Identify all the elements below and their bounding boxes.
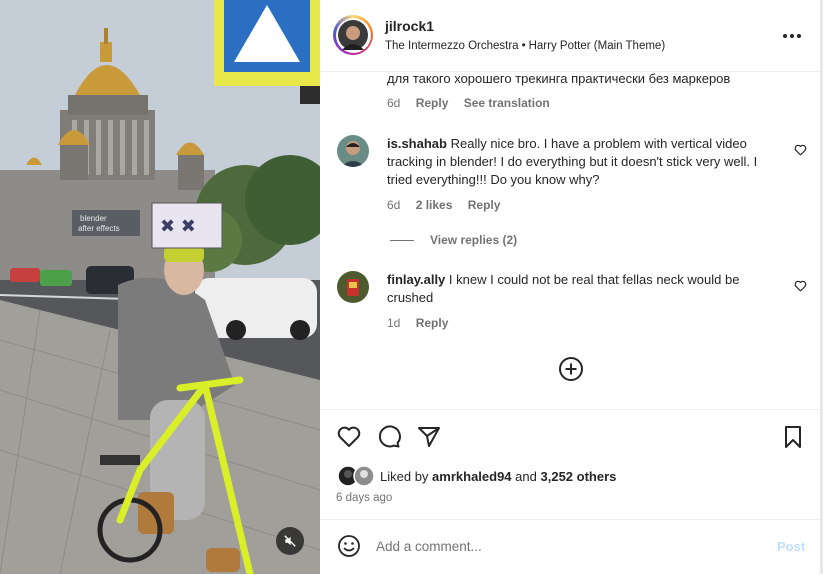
see-translation-button[interactable]: See translation [464,96,550,110]
bookmark-icon[interactable] [780,424,806,450]
reply-button[interactable]: Reply [416,96,449,110]
audio-info[interactable]: The Intermezzo Orchestra • Harry Potter (M… [385,40,665,52]
post-timestamp[interactable]: 6 days ago [336,492,392,504]
liked-by-prefix: Liked by [380,469,429,484]
audio-artist[interactable]: The Intermezzo Orchestra [385,40,519,52]
comment-username[interactable]: finlay.ally [387,272,445,287]
plus-circle-icon[interactable] [558,356,584,382]
audio-title[interactable]: Harry Potter (Main Theme) [529,40,666,52]
post-actions: Liked by amrkhaled94 and 3,252 others 6 … [320,409,820,520]
comment-heart-icon[interactable] [794,280,807,292]
user-avatar-icon [337,135,369,167]
comment-input[interactable] [376,534,756,558]
reply-button[interactable]: Reply [468,198,501,212]
story-ring-avatar[interactable] [333,15,373,55]
likes-count[interactable]: 3,252 others [541,469,617,484]
replies-divider [390,239,414,241]
post-comment-button[interactable]: Post [777,539,805,554]
comment-avatar[interactable] [337,135,369,167]
mute-button[interactable] [276,527,304,555]
liked-by-avatars[interactable] [337,465,377,487]
more-horizontal-icon[interactable] [782,30,802,42]
comment-username[interactable]: is.shahab [387,136,447,151]
comment-time[interactable]: 1d [387,316,400,330]
post-header: jilrock1 The Intermezzo Orchestra • Harry … [320,0,820,72]
comment-meta: 1d Reply [387,316,460,330]
user-avatar-icon [337,271,369,303]
smiley-icon[interactable] [337,534,361,558]
liked-by-user[interactable]: amrkhaled94 [432,469,512,484]
comment-time[interactable]: 6d [387,198,400,212]
liked-by-joiner: and [515,469,537,484]
comment-body: finlay.ally I knew I could not be real t… [387,271,782,307]
liked-by-summary: Liked by amrkhaled94 and 3,252 others [380,469,616,484]
heart-icon[interactable] [336,424,362,450]
avatar [338,20,368,50]
post-author-username[interactable]: jilrock1 [385,18,434,34]
audio-separator: • [521,40,526,52]
post-side-panel: jilrock1 The Intermezzo Orchestra • Harry … [320,0,820,574]
post-video[interactable]: blender after effects ✖ ✖ [0,0,320,574]
comment-bubble-icon[interactable] [376,424,402,450]
comments-list[interactable]: для такого хорошего трекинга практически… [320,72,820,409]
comment-text: для такого хорошего трекинга практически… [387,72,731,86]
comment-avatar[interactable] [337,271,369,303]
comment-time[interactable]: 6d [387,96,400,110]
video-frame: blender after effects ✖ ✖ [0,0,320,574]
comment-heart-icon[interactable] [794,144,807,156]
comment-meta: 6d Reply See translation [387,96,562,110]
speaker-muted-icon [284,535,296,547]
add-comment-bar: Post [320,519,820,575]
view-replies-label: View replies (2) [430,233,518,247]
comment-meta: 6d 2 likes Reply [387,198,512,212]
svg-text:after effects: after effects [78,224,120,233]
paper-plane-icon[interactable] [416,424,442,450]
svg-text:blender: blender [80,214,107,223]
view-replies-button[interactable]: View replies (2) [390,233,517,247]
comment-likes[interactable]: 2 likes [416,198,453,212]
comment-body: is.shahab Really nice bro. I have a prob… [387,135,777,189]
reply-button[interactable]: Reply [416,316,449,330]
svg-text:✖ ✖: ✖ ✖ [160,216,196,237]
